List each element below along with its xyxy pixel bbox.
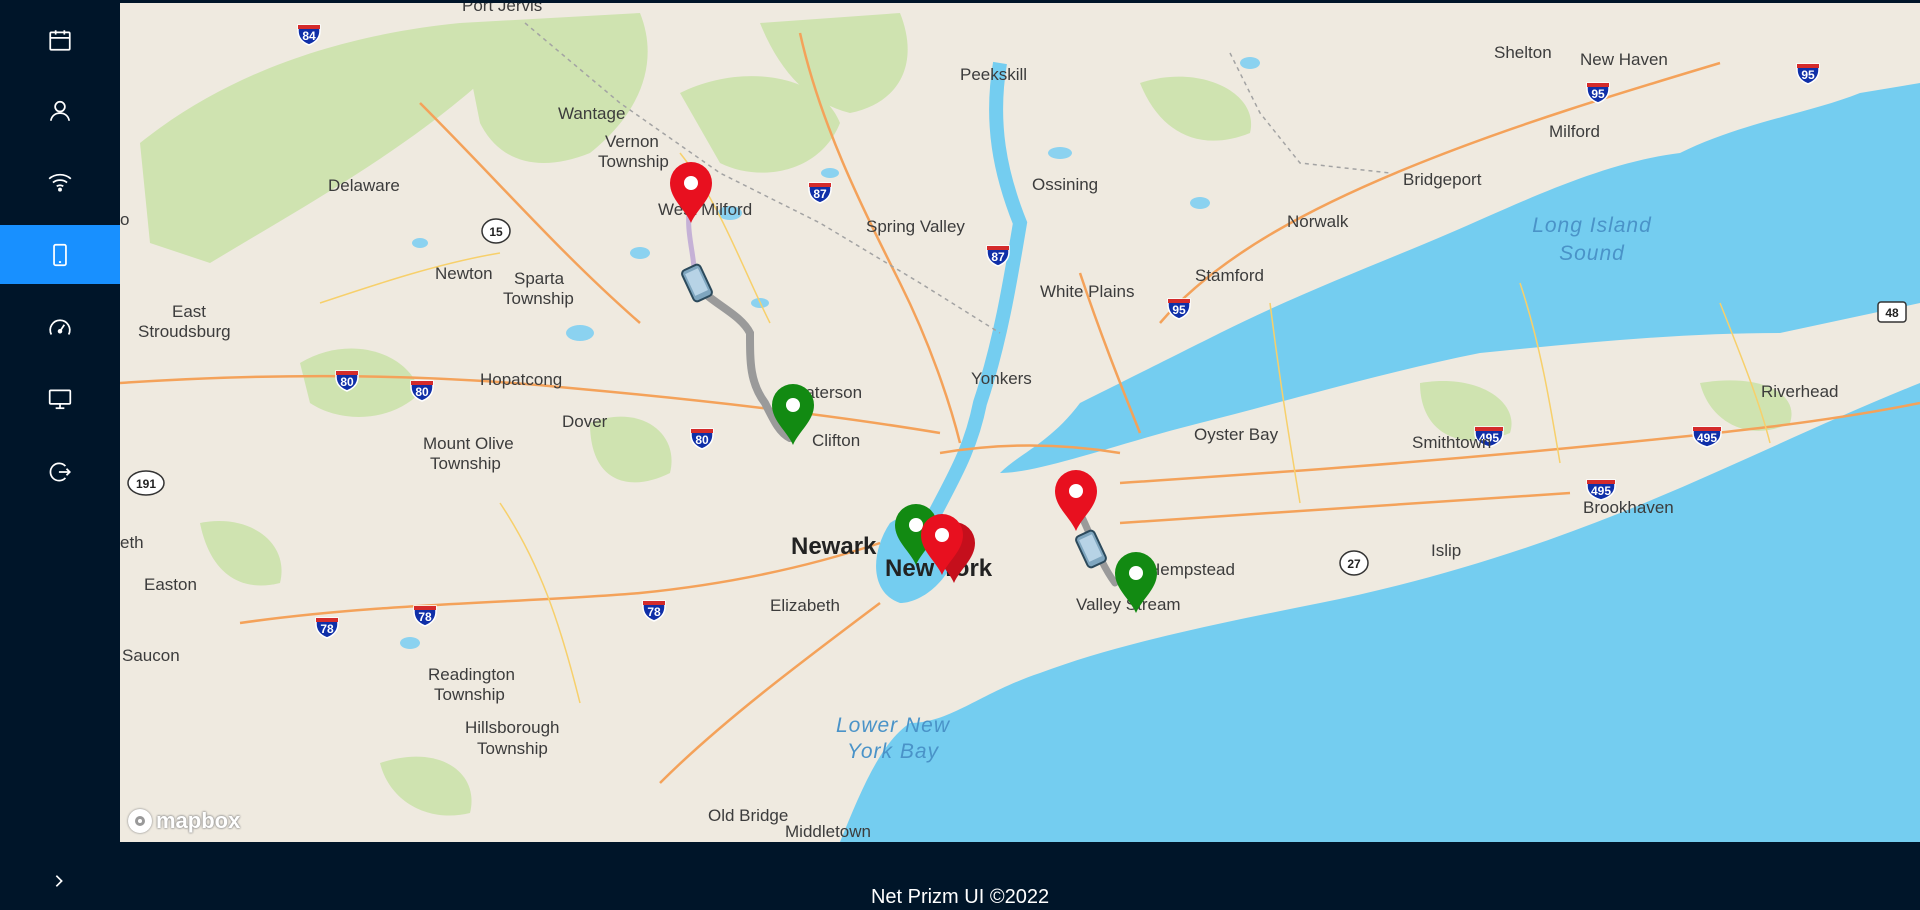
mapbox-icon bbox=[128, 809, 152, 833]
sidebar-item-mobile[interactable] bbox=[0, 225, 120, 284]
shield-label: 84 bbox=[302, 29, 316, 43]
place-label: Elizabeth bbox=[770, 596, 840, 615]
place-label: Bridgeport bbox=[1403, 170, 1482, 189]
place-label: West Milford bbox=[658, 200, 752, 219]
water-label: Long Island bbox=[1532, 214, 1652, 237]
wifi-icon bbox=[48, 173, 72, 192]
shield-label: 87 bbox=[813, 187, 827, 201]
user-icon bbox=[49, 100, 71, 121]
place-label: East bbox=[172, 302, 206, 321]
map-canvas[interactable]: 84 87 87 95 95 95 80 80 80 78 78 78 495 … bbox=[120, 3, 1920, 842]
shield-label: 78 bbox=[418, 610, 432, 624]
footer-copyright: Net Prizm UI ©2022 bbox=[870, 886, 1050, 908]
water-label: Sound bbox=[1559, 242, 1625, 265]
shield-label: 78 bbox=[320, 622, 334, 636]
place-label: Ossining bbox=[1032, 175, 1098, 194]
sidebar-item-monitor[interactable] bbox=[0, 369, 120, 428]
map-view[interactable]: 84 87 87 95 95 95 80 80 80 78 78 78 495 … bbox=[120, 3, 1920, 842]
place-label: Newark bbox=[791, 533, 877, 560]
shield-label: 191 bbox=[136, 477, 156, 491]
speedometer-icon bbox=[49, 318, 71, 335]
place-label: Hempstead bbox=[1148, 560, 1235, 579]
place-label: eth bbox=[120, 533, 144, 552]
place-label: Readington bbox=[428, 665, 515, 684]
place-label: Mount Olive bbox=[423, 434, 514, 453]
place-label: Peekskill bbox=[960, 65, 1027, 84]
monitor-icon bbox=[48, 388, 72, 409]
place-label: Smithtown bbox=[1412, 433, 1491, 452]
place-label: Old Bridge bbox=[708, 806, 788, 825]
calendar-icon bbox=[49, 29, 71, 51]
water-label: York Bay bbox=[847, 740, 940, 763]
mobile-phone-icon bbox=[53, 243, 67, 266]
shield-label: 80 bbox=[695, 433, 709, 447]
place-label: Middletown bbox=[785, 822, 871, 841]
mapbox-wordmark: mapbox bbox=[156, 808, 241, 833]
sidebar-item-calendar[interactable] bbox=[0, 10, 120, 69]
place-label: Hopatcong bbox=[480, 370, 562, 389]
sidebar-item-logout[interactable] bbox=[0, 442, 120, 501]
sidebar-item-dashboard[interactable] bbox=[0, 298, 120, 357]
shield-label: 80 bbox=[415, 385, 429, 399]
sidebar-item-user[interactable] bbox=[0, 81, 120, 140]
place-label: Stamford bbox=[1195, 266, 1264, 285]
place-label: Riverhead bbox=[1761, 382, 1839, 401]
shield-label: 48 bbox=[1885, 306, 1899, 320]
shield-label: 95 bbox=[1591, 87, 1605, 101]
shield-label: 495 bbox=[1591, 484, 1611, 498]
shield-label: 27 bbox=[1347, 557, 1361, 571]
shield-label: 95 bbox=[1172, 303, 1186, 317]
place-label: New Haven bbox=[1580, 50, 1668, 69]
sidebar bbox=[0, 0, 120, 844]
place-label: Sparta bbox=[514, 269, 565, 288]
place-label: Newton bbox=[435, 264, 493, 283]
sidebar-item-wifi[interactable] bbox=[0, 152, 120, 211]
place-label: Spring Valley bbox=[866, 217, 965, 236]
shield-label: 87 bbox=[991, 250, 1005, 264]
shield-label: 15 bbox=[489, 225, 503, 239]
place-label: Delaware bbox=[328, 176, 400, 195]
place-label: Norwalk bbox=[1287, 212, 1349, 231]
place-label: Vernon bbox=[605, 132, 659, 151]
logout-icon bbox=[49, 461, 71, 482]
place-label: Stroudsburg bbox=[138, 322, 231, 341]
place-label: Township bbox=[430, 454, 501, 473]
mapbox-logo[interactable]: mapbox bbox=[128, 808, 240, 834]
place-label: Port Jervis bbox=[462, 3, 542, 15]
place-label: Brookhaven bbox=[1583, 498, 1674, 517]
place-label: Township bbox=[598, 152, 669, 171]
place-label: White Plains bbox=[1040, 282, 1134, 301]
place-label: Easton bbox=[144, 575, 197, 594]
place-label: Hillsborough bbox=[465, 718, 560, 737]
place-label: Township bbox=[503, 289, 574, 308]
shield-label: 80 bbox=[340, 375, 354, 389]
place-label: o bbox=[120, 210, 129, 229]
place-label: Oyster Bay bbox=[1194, 425, 1279, 444]
shield-label: 495 bbox=[1697, 431, 1717, 445]
place-label: Saucon bbox=[122, 646, 180, 665]
place-label: Clifton bbox=[812, 431, 860, 450]
water-label: Lower New bbox=[836, 714, 951, 737]
place-label: Islip bbox=[1431, 541, 1461, 560]
place-label: Dover bbox=[562, 412, 608, 431]
shield-label: 95 bbox=[1801, 68, 1815, 82]
place-label: Township bbox=[477, 739, 548, 758]
place-label: Milford bbox=[1549, 122, 1600, 141]
place-label: Yonkers bbox=[971, 369, 1032, 388]
place-label: Wantage bbox=[558, 104, 625, 123]
place-label: Township bbox=[434, 685, 505, 704]
footer: Net Prizm UI ©2022 bbox=[0, 844, 1920, 910]
shield-label: 78 bbox=[647, 605, 661, 619]
place-label: Shelton bbox=[1494, 43, 1552, 62]
